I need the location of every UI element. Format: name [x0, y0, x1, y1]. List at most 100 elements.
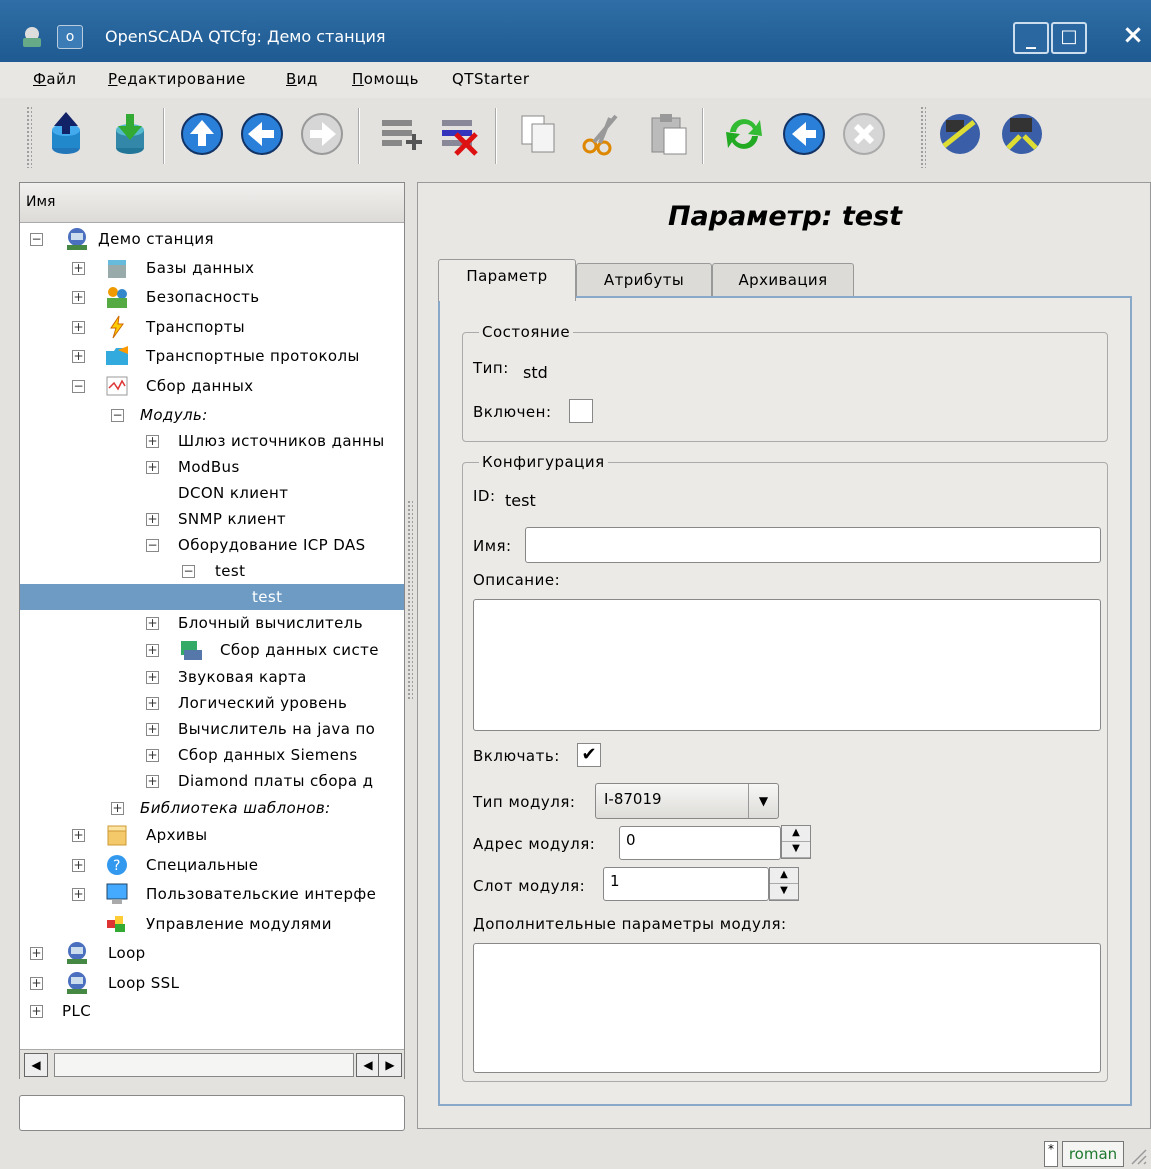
tree-item-siemens[interactable]: + Сбор данных Siemens: [20, 742, 404, 768]
spin-down-icon[interactable]: ▼: [782, 842, 810, 858]
module-slot-input[interactable]: 1: [603, 867, 769, 901]
collapse-icon[interactable]: −: [30, 233, 43, 246]
tree-item-modbus[interactable]: + ModBus: [20, 454, 404, 480]
tree-item-loop-ssl[interactable]: + Loop SSL: [20, 970, 404, 996]
chevron-down-icon[interactable]: ▼: [748, 784, 778, 818]
tree-column-header[interactable]: Имя: [20, 183, 404, 223]
expand-icon[interactable]: +: [72, 262, 85, 275]
status-message-field[interactable]: [19, 1095, 405, 1131]
expand-icon[interactable]: +: [30, 947, 43, 960]
start-icon[interactable]: [778, 108, 830, 160]
expand-icon[interactable]: +: [30, 1005, 43, 1018]
scroll-left-arrow-icon[interactable]: ◀: [24, 1053, 48, 1077]
menu-qtstarter[interactable]: QTStarter: [452, 70, 530, 88]
paste-icon[interactable]: [642, 108, 694, 160]
expand-icon[interactable]: +: [146, 617, 159, 630]
forward-icon[interactable]: [296, 108, 348, 160]
expand-icon[interactable]: +: [72, 829, 85, 842]
tree-item-security[interactable]: + Безопасность: [20, 284, 404, 310]
tree-item-transports[interactable]: + Транспорты: [20, 314, 404, 340]
module-address-spinner[interactable]: ▲ ▼: [781, 825, 811, 859]
menu-edit[interactable]: Редактирование: [108, 70, 246, 88]
tab-attributes[interactable]: Атрибуты: [576, 263, 712, 299]
tree-item-demo-station[interactable]: − Демо станция: [20, 226, 404, 252]
expand-icon[interactable]: +: [146, 435, 159, 448]
expand-icon[interactable]: +: [146, 723, 159, 736]
vision-icon[interactable]: [934, 108, 986, 160]
tree-item-plc[interactable]: + PLC: [20, 998, 404, 1024]
cut-icon[interactable]: [576, 108, 628, 160]
menu-help[interactable]: Помощь: [352, 70, 419, 88]
db-load-icon[interactable]: [40, 108, 92, 160]
tree-item-dcon[interactable]: DCON клиент: [20, 480, 404, 506]
config-icon[interactable]: [996, 108, 1048, 160]
spin-up-icon[interactable]: ▲: [782, 826, 810, 842]
tree-item-icpdas[interactable]: − Оборудование ICP DAS: [20, 532, 404, 558]
scroll-thumb[interactable]: [54, 1053, 354, 1077]
tree-item-databases[interactable]: + Базы данных: [20, 255, 404, 281]
add-item-icon[interactable]: [372, 108, 424, 160]
spin-down-icon[interactable]: ▼: [770, 884, 798, 900]
toolbar-grip[interactable]: [26, 106, 32, 168]
tree-item-sound-card[interactable]: + Звуковая карта: [20, 664, 404, 690]
tree-item-block-calc[interactable]: + Блочный вычислитель: [20, 610, 404, 636]
tree-item-loop[interactable]: + Loop: [20, 940, 404, 966]
expand-icon[interactable]: +: [30, 977, 43, 990]
menu-file[interactable]: Файл: [33, 70, 76, 88]
spin-up-icon[interactable]: ▲: [770, 868, 798, 884]
back-icon[interactable]: [236, 108, 288, 160]
tree-item-snmp[interactable]: + SNMP клиент: [20, 506, 404, 532]
tree-item-template-library[interactable]: + Библиотека шаблонов:: [20, 795, 404, 821]
tree-item-module-management[interactable]: Управление модулями: [20, 911, 404, 937]
maximize-button[interactable]: □: [1051, 22, 1087, 54]
module-address-input[interactable]: 0: [619, 826, 781, 860]
description-textarea[interactable]: [473, 599, 1101, 731]
expand-icon[interactable]: +: [111, 802, 124, 815]
expand-icon[interactable]: +: [72, 321, 85, 334]
expand-icon[interactable]: +: [72, 888, 85, 901]
resize-grip-icon[interactable]: [1128, 1146, 1148, 1166]
name-input[interactable]: [525, 527, 1101, 563]
module-type-select[interactable]: I-87019 ▼: [595, 783, 779, 819]
tree-item-archives[interactable]: + Архивы: [20, 822, 404, 848]
openscada-app-icon[interactable]: [18, 24, 46, 50]
tree-item-test-parameter[interactable]: test: [20, 584, 404, 610]
copy-icon[interactable]: [512, 108, 564, 160]
expand-icon[interactable]: +: [146, 749, 159, 762]
expand-icon[interactable]: +: [72, 350, 85, 363]
expand-icon[interactable]: +: [146, 671, 159, 684]
refresh-icon[interactable]: [718, 108, 770, 160]
up-icon[interactable]: [176, 108, 228, 160]
tree-item-java-calc[interactable]: + Вычислитель на java по: [20, 716, 404, 742]
scroll-left-button[interactable]: ◀: [356, 1053, 380, 1077]
tab-parameter[interactable]: Параметр: [438, 259, 576, 301]
expand-icon[interactable]: +: [146, 513, 159, 526]
db-save-icon[interactable]: [104, 108, 156, 160]
keyboard-layout-indicator[interactable]: roman: [1062, 1141, 1124, 1167]
collapse-icon[interactable]: −: [111, 409, 124, 422]
toolbar-grip[interactable]: [920, 106, 926, 168]
collapse-icon[interactable]: −: [182, 565, 195, 578]
menu-view[interactable]: Вид: [286, 70, 318, 88]
tree-item-gateway[interactable]: + Шлюз источников данны: [20, 428, 404, 454]
tree-item-specials[interactable]: + ? Специальные: [20, 852, 404, 878]
tab-archiving[interactable]: Архивация: [712, 263, 854, 299]
module-slot-spinner[interactable]: ▲ ▼: [769, 867, 799, 901]
tree-item-test-controller[interactable]: − test: [20, 558, 404, 584]
enable-checkbox[interactable]: ✔: [577, 743, 601, 767]
extra-params-textarea[interactable]: [473, 943, 1101, 1073]
stop-icon[interactable]: [838, 108, 890, 160]
tree-item-data-acquisition[interactable]: − Сбор данных: [20, 373, 404, 399]
tree-item-diamond[interactable]: + Diamond платы сбора д: [20, 768, 404, 794]
scroll-right-arrow-icon[interactable]: ▶: [378, 1053, 402, 1077]
tree-item-transport-protocols[interactable]: + Транспортные протоколы: [20, 343, 404, 369]
expand-icon[interactable]: +: [146, 461, 159, 474]
enabled-checkbox[interactable]: [569, 399, 593, 423]
splitter-handle[interactable]: [407, 500, 413, 700]
delete-item-icon[interactable]: [432, 108, 484, 160]
tree-horizontal-scrollbar[interactable]: ◀ ◀ ▶: [20, 1049, 404, 1079]
minimize-button[interactable]: _: [1013, 22, 1049, 54]
tree-item-system-da[interactable]: + Сбор данных систе: [20, 637, 404, 663]
window-menu-button[interactable]: o: [57, 25, 83, 49]
expand-icon[interactable]: +: [146, 775, 159, 788]
